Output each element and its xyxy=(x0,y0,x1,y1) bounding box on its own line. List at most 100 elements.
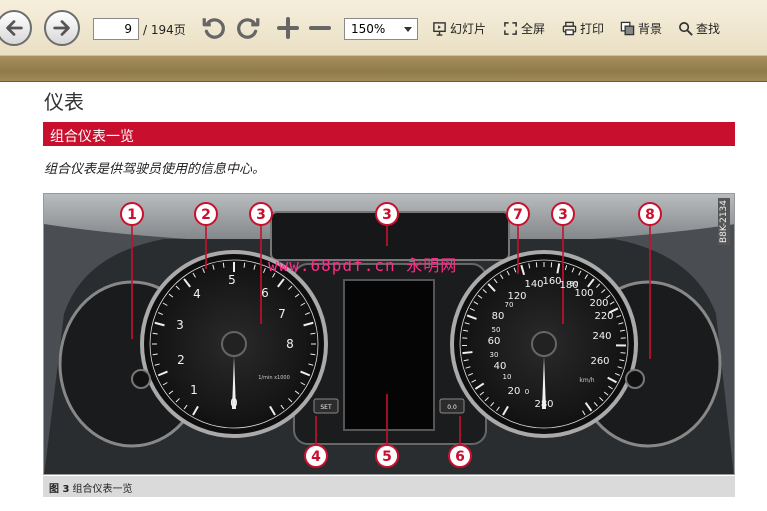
toolbar-divider-band xyxy=(0,56,767,82)
gauge-tick xyxy=(222,262,225,268)
speedometer-number: 50 xyxy=(492,326,501,334)
gauge-tick xyxy=(152,332,158,335)
caption-bar: 图 3 组合仪表一览 xyxy=(43,476,735,497)
back-button[interactable] xyxy=(0,10,32,46)
slideshow-label: 幻灯片 xyxy=(450,22,487,36)
tachometer-number: 5 xyxy=(228,273,236,287)
arrow-left-icon xyxy=(6,20,23,36)
callout-7: 7 xyxy=(506,202,530,226)
gauge-tick xyxy=(310,332,316,335)
arrow-right-icon xyxy=(53,20,70,36)
rotate-cw-icon xyxy=(237,18,260,39)
callout-number: 5 xyxy=(382,449,392,465)
callout-number: 4 xyxy=(311,449,321,465)
section-header-text: 组合仪表一览 xyxy=(50,129,134,145)
minus-icon xyxy=(309,26,331,30)
gauge-tick xyxy=(310,353,316,356)
page-title: 仪表 xyxy=(44,90,84,114)
speedometer-number: 40 xyxy=(494,361,507,372)
speedometer-number: 70 xyxy=(505,301,514,309)
zoom-select[interactable]: 150% xyxy=(344,18,418,40)
gauge-tick xyxy=(462,351,473,355)
intro-text: 组合仪表是供驾驶员使用的信息中心。 xyxy=(44,162,266,177)
callout-number: 1 xyxy=(127,207,137,223)
callout-6: 6 xyxy=(448,444,472,468)
background-label: 背景 xyxy=(638,22,663,36)
callout-number: 3 xyxy=(256,207,266,223)
callout-2: 2 xyxy=(194,202,218,226)
callout-number: 7 xyxy=(513,207,523,223)
callout-number: 3 xyxy=(558,207,568,223)
callout-number: 3 xyxy=(382,207,392,223)
tachometer-number: 1 xyxy=(190,383,198,397)
tachometer-number: 4 xyxy=(193,287,201,301)
search-button[interactable]: 查找 xyxy=(678,20,720,37)
tacho-unit: 1/min x1000 xyxy=(258,375,290,381)
chevron-down-icon xyxy=(404,27,412,32)
background-icon xyxy=(620,21,635,36)
tachometer-number: 8 xyxy=(286,337,294,351)
speedometer-number: 20 xyxy=(508,386,521,397)
speed-unit: km/h xyxy=(579,377,594,384)
slideshow-button[interactable]: 幻灯片 xyxy=(432,20,486,37)
callout-3: 3 xyxy=(551,202,575,226)
background-button[interactable]: 背景 xyxy=(620,20,662,37)
instrument-cluster-figure: 1 2 3 4 5 6 7 8 0 1/min x1000 20 40 60 80 100 120 140 160… xyxy=(43,193,735,475)
forward-button[interactable] xyxy=(44,10,80,46)
speedometer-number: 200 xyxy=(589,298,608,309)
speedometer-number: 80 xyxy=(492,311,505,322)
gauge-tick xyxy=(152,353,158,356)
tachometer-number: 6 xyxy=(261,286,269,300)
speedometer-number: 140 xyxy=(524,279,543,290)
reset-button-label: 0.0 xyxy=(447,404,457,411)
rotate-left-button[interactable] xyxy=(200,14,228,42)
slideshow-icon xyxy=(433,22,446,36)
speedometer-number: 30 xyxy=(490,351,499,359)
callout-5: 5 xyxy=(375,444,399,468)
callout-1: 1 xyxy=(120,202,144,226)
speedometer-number: 220 xyxy=(594,311,613,322)
callout-number: 6 xyxy=(455,449,465,465)
gauge-tick xyxy=(243,262,246,268)
fullscreen-label: 全屏 xyxy=(521,22,546,36)
fullscreen-icon xyxy=(504,22,517,35)
speedometer-number: 0 xyxy=(525,388,529,396)
section-header: 组合仪表一览 xyxy=(43,122,735,146)
speedometer-number: 10 xyxy=(503,373,512,381)
figure-id: B8K-2134 xyxy=(718,198,730,246)
print-button[interactable]: 打印 xyxy=(562,20,604,37)
speedometer-number: 60 xyxy=(488,336,501,347)
page-total: / 194页 xyxy=(143,23,186,37)
plus-icon xyxy=(277,17,299,39)
page-number-input[interactable]: 9 xyxy=(93,18,139,40)
callout-3: 3 xyxy=(249,202,273,226)
callout-3: 3 xyxy=(375,202,399,226)
zoom-out-button[interactable] xyxy=(306,14,334,42)
gauge-tick xyxy=(620,352,626,354)
callout-number: 8 xyxy=(645,207,655,223)
tachometer-number: 7 xyxy=(278,307,286,321)
callout-8: 8 xyxy=(638,202,662,226)
tachometer-number: 0 xyxy=(230,396,238,410)
fullscreen-button[interactable]: 全屏 xyxy=(503,20,545,37)
search-icon xyxy=(679,22,693,36)
tachometer-number: 2 xyxy=(177,353,185,367)
rotate-ccw-icon xyxy=(202,18,225,39)
speedometer-number: 260 xyxy=(590,356,609,367)
caption-text: 组合仪表一览 xyxy=(72,484,133,495)
speedometer-number: 280 xyxy=(534,399,553,410)
callout-4: 4 xyxy=(304,444,328,468)
figure-caption: 图 3 组合仪表一览 xyxy=(49,480,132,495)
instrument-cluster-illustration: 1234567801/min x100020406080100120140160… xyxy=(44,194,734,474)
zoom-in-button[interactable] xyxy=(274,14,302,42)
callout-number: 2 xyxy=(201,207,211,223)
print-label: 打印 xyxy=(580,22,605,36)
rotate-right-button[interactable] xyxy=(234,14,262,42)
set-button-label: SET xyxy=(320,404,332,411)
printer-icon xyxy=(562,21,577,36)
zoom-level: 150% xyxy=(351,22,386,36)
toolbar: 9 / 194页 150% 幻灯片 全屏 打印 背景 查找 xyxy=(0,0,767,56)
tachometer-number: 3 xyxy=(176,318,184,332)
search-label: 查找 xyxy=(696,22,721,36)
caption-label: 图 3 xyxy=(49,484,70,495)
